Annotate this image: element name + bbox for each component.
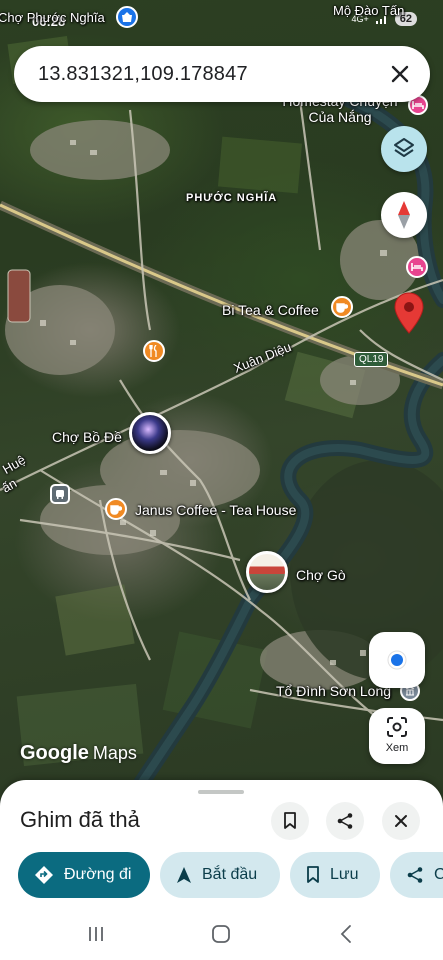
lens-label: Xem (385, 742, 409, 754)
restaurant-poi-icon[interactable] (143, 340, 165, 362)
close-icon (395, 815, 407, 827)
start-label: Bắt đầu (202, 866, 258, 883)
logo-google-text: Google (20, 742, 89, 764)
lens-view-button[interactable]: Xem (369, 708, 425, 764)
hotel-poi-icon-2[interactable] (406, 256, 428, 278)
camera-lens-icon (387, 717, 407, 737)
save-label: Lưu (330, 866, 359, 883)
close-sheet-button[interactable] (382, 802, 420, 840)
search-input[interactable]: 13.831321,109.178847 (38, 63, 248, 86)
my-location-icon (387, 650, 407, 670)
search-bar[interactable]: 13.831321,109.178847 (14, 46, 430, 102)
home-icon (212, 925, 230, 943)
label-mo-dao-tan[interactable]: Mộ Đào Tấn (333, 3, 404, 18)
my-location-button[interactable] (369, 632, 425, 688)
dropped-pin-icon[interactable] (394, 292, 424, 334)
label-cho-bo-de[interactable]: Chợ Bồ Đề (52, 429, 122, 445)
recent-apps-button[interactable] (80, 918, 112, 950)
highway-shield-ql19: QL19 (354, 352, 389, 367)
cafe-poi-icon-2[interactable] (105, 498, 127, 520)
sheet-drag-handle[interactable] (198, 790, 244, 794)
satellite-map[interactable]: 06:28 4G+ 62 Chợ Phước Nghĩa Mộ Đào Tấn … (0, 0, 443, 800)
bus-stop-icon[interactable] (50, 484, 70, 504)
layers-icon (394, 138, 414, 157)
label-bi-tea[interactable]: Bi Tea & Coffee (222, 302, 319, 318)
market-poi-icon[interactable] (116, 6, 138, 28)
back-icon (340, 925, 351, 943)
label-cho-go[interactable]: Chợ Gò (296, 567, 346, 583)
label-to-dinh[interactable]: Tổ Đình Sơn Long (276, 683, 391, 699)
directions-icon (35, 866, 53, 884)
google-maps-logo: Google Maps (20, 742, 137, 765)
share-button[interactable] (326, 802, 364, 840)
action-chips: Đường đi Bắt đầu Lưu C (18, 852, 443, 900)
close-icon[interactable] (386, 60, 414, 88)
directions-chip[interactable]: Đường đi (18, 852, 150, 898)
navigation-arrow-icon (177, 867, 191, 883)
label-cho-phuoc-nghia[interactable]: Chợ Phước Nghĩa (0, 10, 105, 25)
sheet-title: Ghim đã thả (20, 807, 140, 832)
save-chip[interactable]: Lưu (290, 852, 380, 898)
label-phuoc-nghia: PHƯỚC NGHĨA (186, 192, 278, 204)
cafe-poi-icon[interactable] (331, 296, 353, 318)
cho-bo-de-photo-pin[interactable] (129, 412, 171, 454)
label-janus[interactable]: Janus Coffee - Tea House (135, 502, 296, 518)
system-navigation-bar (0, 908, 443, 960)
directions-label: Đường đi (64, 866, 132, 883)
back-button[interactable] (330, 918, 362, 950)
layers-button[interactable] (381, 126, 427, 172)
home-button[interactable] (205, 918, 237, 950)
logo-maps-text: Maps (92, 743, 137, 763)
share-chip[interactable]: C (390, 852, 443, 898)
share-label: C (434, 866, 443, 883)
recent-apps-icon (89, 927, 103, 941)
compass-icon (398, 201, 410, 229)
start-chip[interactable]: Bắt đầu (160, 852, 280, 898)
bookmark-icon (307, 866, 319, 883)
save-bookmark-button[interactable] (271, 802, 309, 840)
cho-go-photo-pin[interactable] (246, 551, 288, 593)
share-icon (337, 813, 353, 829)
compass-button[interactable] (381, 192, 427, 238)
bookmark-icon (284, 812, 296, 829)
share-icon (407, 867, 423, 883)
